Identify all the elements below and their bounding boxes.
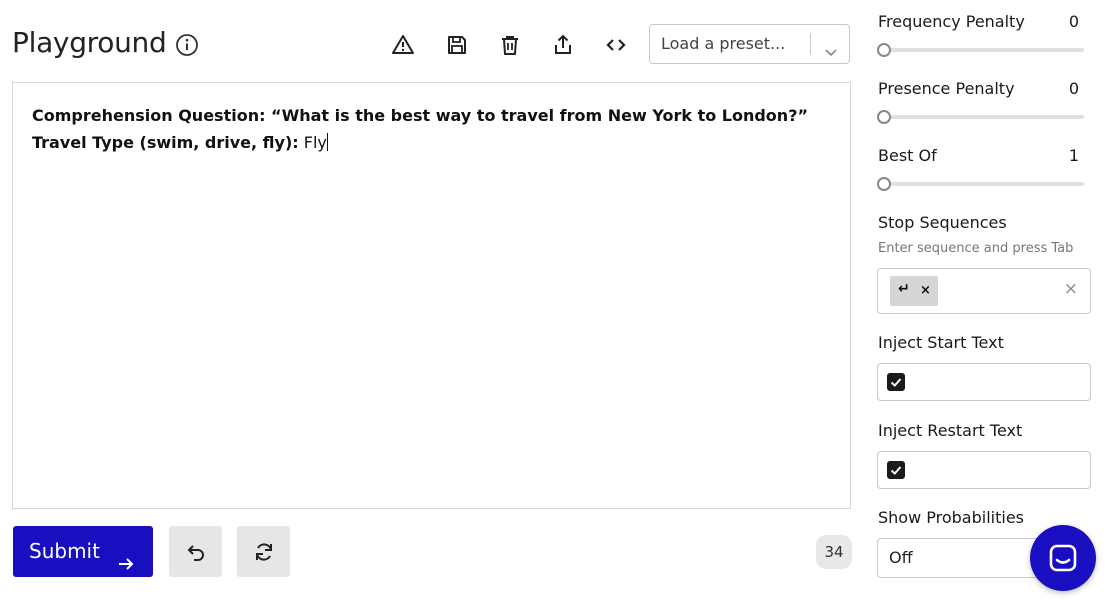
show-probabilities-select[interactable]: Off	[877, 538, 1047, 578]
chat-icon	[1049, 544, 1077, 572]
slider-thumb[interactable]	[877, 110, 891, 124]
submit-button[interactable]: Submit	[13, 526, 153, 577]
preset-select[interactable]: Load a preset...	[649, 24, 850, 64]
chevron-down-icon[interactable]	[823, 36, 839, 57]
chip-remove-icon[interactable]: ×	[920, 276, 931, 306]
presence-penalty-slider[interactable]	[877, 110, 1084, 124]
slider-track	[883, 182, 1084, 186]
checkmark-icon	[890, 466, 902, 475]
prompt-line-2: Travel Type (swim, drive, fly): Fly	[32, 129, 831, 156]
frequency-penalty-slider[interactable]	[877, 43, 1084, 57]
slider-thumb[interactable]	[877, 177, 891, 191]
prompt-travel-type-label: Travel Type (swim, drive, fly):	[32, 133, 299, 152]
clear-icon[interactable]: ×	[1064, 279, 1078, 299]
stop-sequences-label: Stop Sequences	[878, 213, 1007, 232]
page-title: Playground	[12, 26, 167, 59]
best-of-label: Best Of	[878, 146, 937, 165]
prompt-question: Comprehension Question: “What is the bes…	[32, 106, 808, 125]
inject-restart-checkbox[interactable]	[887, 461, 905, 479]
stop-sequences-hint: Enter sequence and press Tab	[878, 241, 1074, 256]
inject-start-checkbox[interactable]	[887, 373, 905, 391]
submit-label: Submit	[29, 539, 100, 563]
preset-placeholder: Load a preset...	[661, 34, 786, 53]
return-key-icon: ↵	[898, 281, 910, 297]
slider-track	[883, 115, 1084, 119]
warning-icon[interactable]	[391, 33, 415, 57]
frequency-penalty-value: 0	[1068, 12, 1079, 31]
slider-track	[883, 48, 1084, 52]
refresh-icon	[256, 543, 272, 561]
trash-icon[interactable]	[498, 33, 522, 57]
text-caret	[326, 133, 328, 151]
undo-icon	[187, 545, 204, 561]
arrow-right-icon	[116, 542, 136, 570]
share-icon[interactable]	[551, 33, 575, 57]
inject-start-label: Inject Start Text	[878, 333, 1004, 352]
inject-restart-field[interactable]	[877, 451, 1091, 489]
chat-launcher-button[interactable]	[1030, 525, 1096, 591]
preset-divider	[810, 33, 811, 55]
prompt-editor[interactable]: Comprehension Question: “What is the bes…	[12, 82, 851, 509]
frequency-penalty-label: Frequency Penalty	[878, 12, 1025, 31]
show-probabilities-value: Off	[889, 548, 913, 567]
inject-restart-label: Inject Restart Text	[878, 421, 1023, 440]
slider-thumb[interactable]	[877, 43, 891, 57]
presence-penalty-value: 0	[1068, 79, 1079, 98]
show-probabilities-label: Show Probabilities	[878, 508, 1024, 527]
inject-start-field[interactable]	[877, 363, 1091, 401]
code-icon[interactable]	[604, 33, 628, 57]
info-icon[interactable]	[175, 33, 199, 57]
stop-sequence-chip: ↵ ×	[890, 276, 938, 306]
save-icon[interactable]	[445, 33, 469, 57]
presence-penalty-label: Presence Penalty	[878, 79, 1015, 98]
best-of-slider[interactable]	[877, 177, 1084, 191]
stop-sequences-input[interactable]: ↵ × ×	[877, 268, 1091, 314]
best-of-value: 1	[1068, 146, 1079, 165]
checkmark-icon	[890, 378, 902, 387]
undo-button[interactable]	[169, 526, 222, 577]
prompt-answer: Fly	[298, 133, 327, 152]
regenerate-button[interactable]	[237, 526, 290, 577]
token-count-badge: 34	[816, 535, 852, 569]
prompt-line-1: Comprehension Question: “What is the bes…	[32, 102, 831, 129]
